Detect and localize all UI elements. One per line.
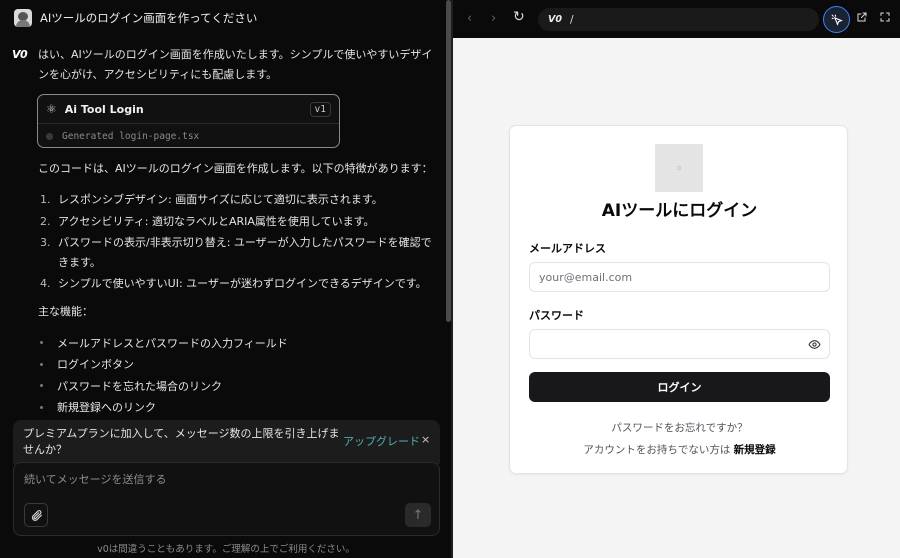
bullet-icon [40, 405, 43, 409]
attach-button[interactable] [24, 503, 48, 527]
list-item: 3. パスワードの表示/非表示切り替え: ユーザーが入力したパスワードを確認できま… [40, 236, 432, 269]
back-icon[interactable]: ‹ [467, 11, 472, 26]
image-placeholder-icon [677, 166, 681, 170]
bullet-icon [40, 384, 43, 388]
cursor-click-icon [831, 14, 843, 26]
fullscreen-icon[interactable] [879, 11, 891, 26]
preview-panel: ‹ › ↻ V0 / AIツールにログイン メールアドレス パスワード ログイン… [453, 0, 900, 558]
bullet-icon [40, 362, 43, 366]
email-label: メールアドレス [529, 242, 606, 255]
upgrade-banner-text: プレミアムプランに加入して、メッセージ数の上限を引き上げませんか？ [23, 427, 340, 456]
list-item: 新規登録へのリンク [40, 397, 430, 419]
arrow-up-icon: ↑ [412, 507, 424, 523]
user-message-row: AIツールのログイン画面を作ってください [14, 9, 257, 27]
version-badge: v1 [309, 101, 331, 117]
feature-ordered-list: 1. レスポンシブデザイン: 画面サイズに応じて適切に表示されます。 2. アクセシ… [40, 190, 440, 296]
login-button[interactable]: ログイン [529, 372, 830, 402]
react-atom-icon: ⚛ [46, 102, 57, 116]
message-input[interactable] [24, 471, 424, 491]
user-avatar [14, 9, 32, 27]
login-card: AIツールにログイン メールアドレス パスワード ログイン パスワードをお忘れで… [509, 125, 848, 474]
eye-icon[interactable] [808, 338, 821, 354]
code-description: このコードは、AIツールのログイン画面を作成します。以下の特徴があります： [38, 162, 433, 175]
message-composer: ↑ [13, 462, 440, 536]
signup-prefix: アカウントをお持ちでない方は [583, 444, 731, 456]
upgrade-link[interactable]: アップグレード [343, 433, 420, 449]
logo-placeholder [655, 144, 703, 192]
url-path: / [569, 13, 574, 26]
preview-toolbar: ‹ › ↻ V0 / [453, 0, 900, 38]
upgrade-banner: プレミアムプランに加入して、メッセージ数の上限を引き上げませんか？ アップグレー… [13, 420, 440, 464]
password-label: パスワード [529, 309, 584, 322]
code-artifact-card[interactable]: ⚛ Ai Tool Login v1 Generated login-page.… [37, 94, 340, 148]
chat-panel: AIツールのログイン画面を作ってください V0 はい、AIツールのログイン画面を… [0, 0, 452, 558]
bullet-icon [40, 341, 43, 345]
close-icon[interactable]: × [421, 433, 430, 446]
email-field[interactable] [529, 262, 830, 292]
paperclip-icon [31, 509, 42, 521]
assistant-intro: はい、AIツールのログイン画面を作成いたします。シンプルで使いやすいデザインを心… [38, 48, 433, 81]
list-item: メールアドレスとパスワードの入力フィールド [40, 332, 430, 354]
artifact-title: Ai Tool Login [64, 102, 144, 116]
password-field[interactable] [529, 329, 830, 359]
signup-link[interactable]: 新規登録 [734, 444, 776, 456]
list-item: パスワードを忘れた場合のリンク [40, 375, 430, 397]
open-external-icon[interactable] [856, 11, 868, 26]
user-message: AIツールのログイン画面を作ってください [40, 11, 258, 25]
reload-icon[interactable]: ↻ [513, 9, 525, 25]
signup-row: アカウントをお持ちでない方は 新規登録 [510, 442, 849, 457]
disclaimer-text: v0は間違うこともあります。ご理解の上でご利用ください。 [97, 544, 355, 555]
artifact-card-footer: Generated login-page.tsx [38, 124, 339, 148]
forgot-password-link[interactable]: パスワードをお忘れですか？ [510, 420, 849, 435]
v0-logo-icon: V0 [12, 48, 28, 61]
artifact-file-status: Generated login-page.tsx [62, 130, 200, 142]
list-item: 2. アクセシビリティ: 適切なラベルとARIA属性を使用しています。 [40, 214, 375, 228]
main-features-label: 主な機能： [38, 305, 93, 318]
main-features-list: メールアドレスとパスワードの入力フィールド ログインボタン パスワードを忘れた場… [40, 332, 430, 418]
send-button[interactable]: ↑ [405, 503, 431, 527]
select-element-button[interactable] [823, 6, 850, 33]
artifact-card-header: ⚛ Ai Tool Login v1 [38, 95, 339, 124]
url-bar[interactable]: V0 / [538, 8, 819, 31]
login-title: AIツールにログイン [601, 201, 758, 221]
v0-logo-icon: V0 [548, 14, 562, 25]
list-item: ログインボタン [40, 354, 430, 376]
status-dot-icon [46, 132, 53, 140]
list-item: 4. シンプルで使いやすいUI: ユーザーが迷わずログインできるデザインです。 [40, 277, 427, 290]
forward-icon[interactable]: › [491, 11, 496, 26]
list-item: 1. レスポンシブデザイン: 画面サイズに応じて適切に表示されます。 [40, 193, 383, 206]
